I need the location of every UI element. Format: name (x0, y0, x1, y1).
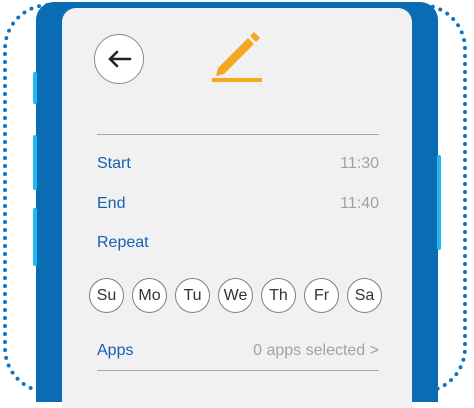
header-divider (97, 134, 379, 135)
side-button-right (437, 155, 441, 250)
day-toggle-saturday[interactable]: Sa (347, 278, 382, 313)
repeat-label: Repeat (97, 234, 149, 251)
repeat-days: Su Mo Tu We Th Fr Sa (89, 278, 389, 316)
pencil-icon[interactable] (210, 32, 266, 84)
end-time-value[interactable]: 11:40 (340, 195, 379, 213)
start-time-value[interactable]: 11:30 (340, 155, 379, 173)
side-button-left-middle (33, 135, 37, 190)
apps-divider (97, 370, 379, 371)
arrow-left-icon (108, 50, 132, 68)
day-toggle-sunday[interactable]: Su (89, 278, 124, 313)
day-toggle-friday[interactable]: Fr (304, 278, 339, 313)
side-button-left-top (33, 72, 37, 104)
apps-selected-value[interactable]: 0 apps selected > (253, 342, 379, 360)
day-toggle-tuesday[interactable]: Tu (175, 278, 210, 313)
day-toggle-thursday[interactable]: Th (261, 278, 296, 313)
start-label: Start (97, 155, 131, 172)
end-label: End (97, 195, 126, 212)
day-toggle-monday[interactable]: Mo (132, 278, 167, 313)
apps-label[interactable]: Apps (97, 342, 133, 360)
side-button-left-bottom (33, 208, 37, 266)
screen: Start 11:30 End 11:40 Repeat Su Mo Tu We… (62, 8, 412, 408)
back-button[interactable] (94, 34, 144, 84)
day-toggle-wednesday[interactable]: We (218, 278, 253, 313)
